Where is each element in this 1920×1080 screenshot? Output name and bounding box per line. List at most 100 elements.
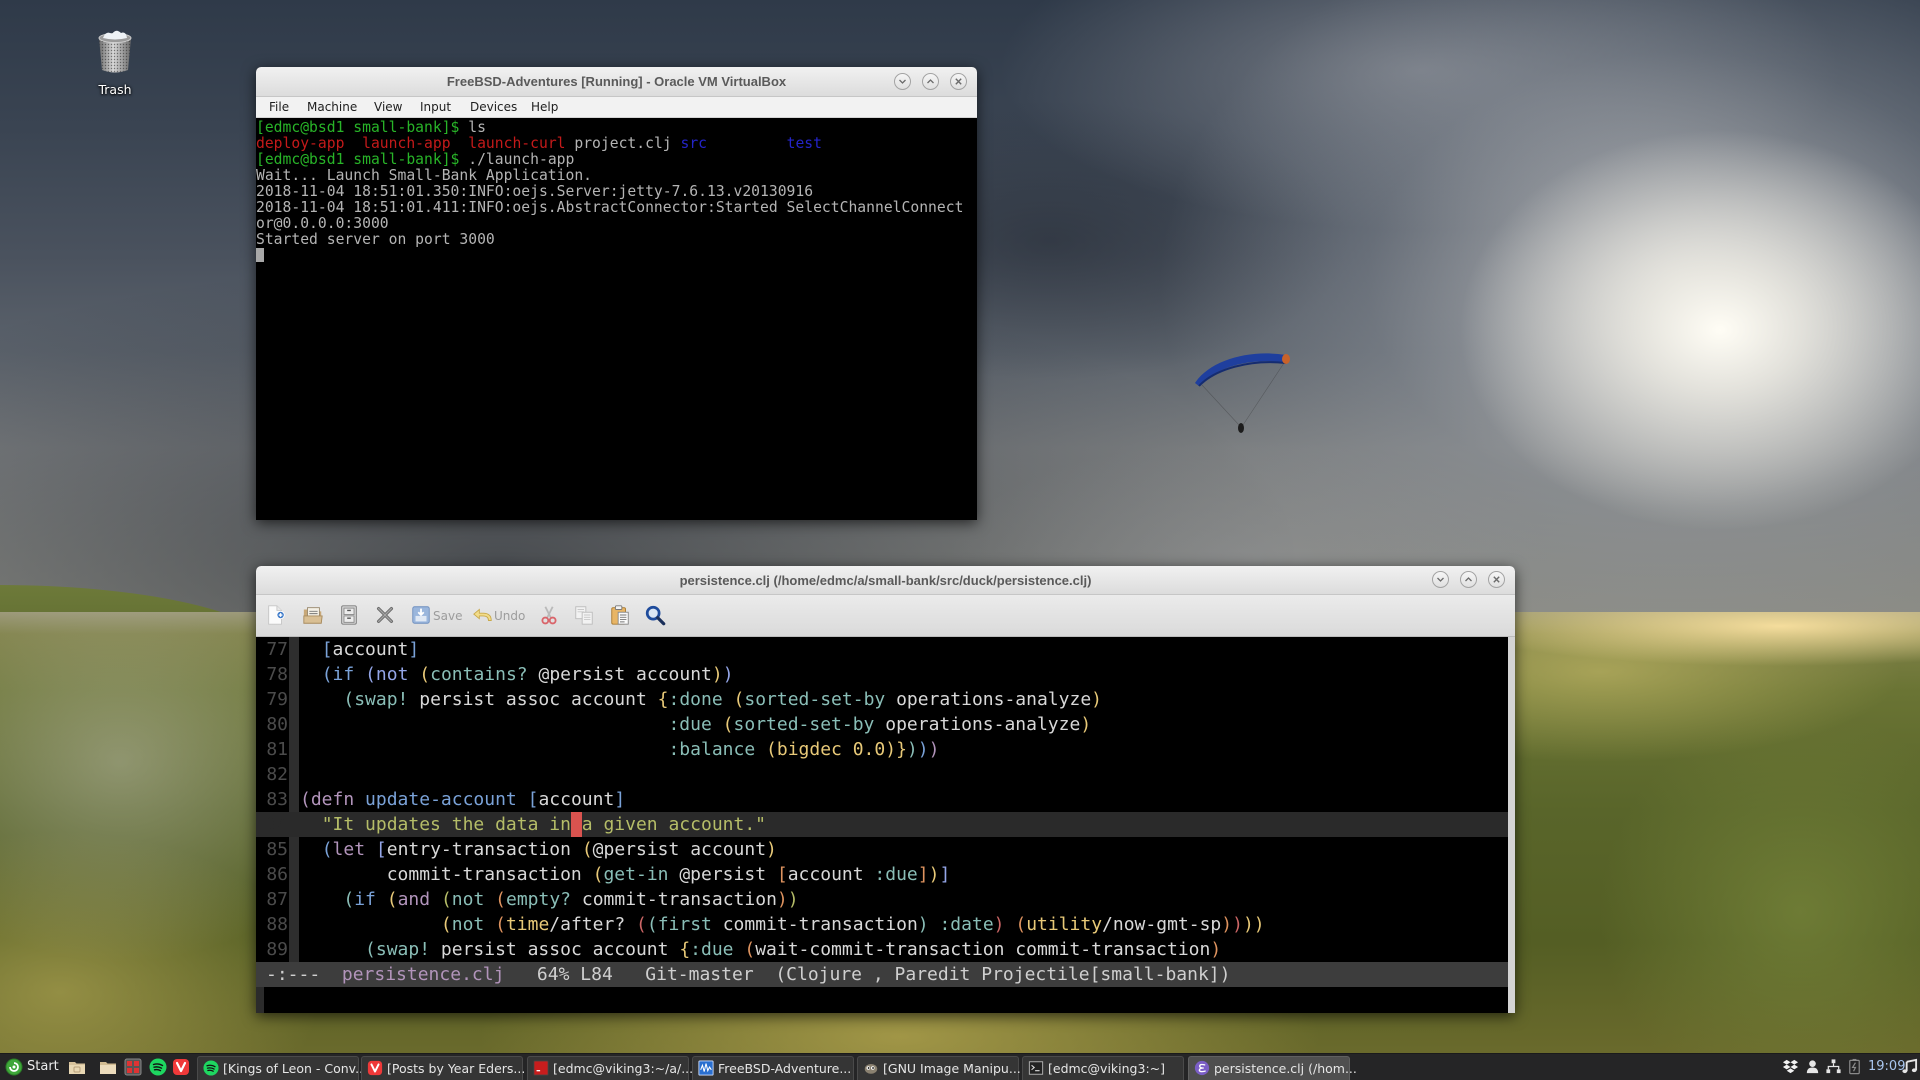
code-line: 77 [account]	[256, 637, 1508, 662]
menu-devices[interactable]: Devices	[470, 97, 517, 118]
cut-button[interactable]	[538, 604, 560, 626]
task-button-vivaldi[interactable]: [Posts by Year Eders...	[361, 1056, 526, 1080]
minibuffer-fringe	[256, 987, 264, 1013]
vbox-window-title: FreeBSD-Adventures [Running] - Oracle VM…	[446, 74, 787, 89]
vm-console-screen[interactable]: [edmc@bsd1 small-bank]$ ls deploy-app lau…	[256, 118, 977, 520]
code-token: (	[343, 689, 355, 710]
copy-button[interactable]	[573, 604, 595, 626]
dropbox-tray-icon[interactable]	[1782, 1058, 1799, 1075]
task-button-gimp[interactable]: [GNU Image Manipu...	[857, 1056, 1021, 1080]
line-content: (defn update-account [account]	[300, 787, 1508, 812]
terminal-text: 2018-11-04 18:51:01.411:INFO:oejs.Abstra…	[256, 199, 964, 216]
editor-titlebar[interactable]: persistence.clj (/home/edmc/a/small-bank…	[256, 566, 1515, 595]
terminal-text: or@0.0.0.0:3000	[256, 215, 389, 232]
music-tray-icon[interactable]	[1901, 1058, 1918, 1075]
paste-button[interactable]	[609, 604, 631, 626]
code-token: (	[733, 689, 745, 710]
new-file-button[interactable]	[265, 604, 287, 626]
code-token: (	[581, 839, 593, 860]
launcher-vivaldi[interactable]	[172, 1058, 190, 1076]
save-icon	[412, 606, 430, 624]
line-number: 82	[266, 764, 288, 785]
code-token: not	[451, 889, 485, 910]
menu-machine[interactable]: Machine	[307, 97, 357, 118]
launcher-file-manager[interactable]	[68, 1058, 86, 1076]
minibuffer[interactable]	[256, 987, 1508, 1013]
editor-maximize-button[interactable]	[1460, 571, 1477, 588]
modeline-buffer-name[interactable]: persistence.clj	[342, 964, 505, 985]
terminal-text: launch-app	[362, 135, 451, 152]
trash-icon	[98, 30, 132, 73]
desktop-icon-trash[interactable]: Trash	[85, 28, 145, 100]
close-buffer-button[interactable]	[374, 604, 396, 626]
editor-window-title: persistence.clj (/home/edmc/a/small-bank…	[679, 573, 1092, 588]
terminal-text: deploy-app	[256, 135, 345, 152]
battery-tray-icon[interactable]	[1846, 1058, 1863, 1075]
code-token: get-in	[603, 864, 669, 885]
current-code-line: 84 "It updates the data in a given accou…	[256, 812, 1508, 837]
modeline-status: -:---	[266, 964, 321, 985]
code-token: :done	[668, 689, 723, 710]
emacs-icon	[1194, 1060, 1210, 1076]
code-token: (	[440, 914, 452, 935]
user-tray-icon[interactable]	[1804, 1058, 1821, 1075]
code-token: first	[657, 914, 712, 935]
undo-label[interactable]: Undo	[494, 595, 525, 637]
terminal-line: Wait... Launch Small-Bank Application.	[256, 168, 977, 184]
save-button[interactable]	[410, 604, 432, 626]
code-token: time	[505, 914, 550, 935]
vbox-close-button[interactable]	[950, 73, 967, 90]
gimp-icon	[863, 1060, 879, 1076]
vbox-maximize-button[interactable]	[922, 73, 939, 90]
code-token: and	[397, 889, 431, 910]
editor-minimize-button[interactable]	[1432, 571, 1449, 588]
code-line: 83 (defn update-account [account]	[256, 787, 1508, 812]
network-tray-icon[interactable]	[1825, 1058, 1842, 1075]
code-editor-area[interactable]: 77 [account] 78 (if (not (contains? @pers…	[256, 637, 1508, 962]
search-button[interactable]	[644, 604, 666, 626]
task-button-terminal-a[interactable]: [edmc@viking3:~/a/...	[527, 1056, 693, 1080]
line-number: 87	[266, 889, 288, 910]
launcher-folder[interactable]	[99, 1058, 117, 1076]
undo-button[interactable]	[472, 604, 494, 626]
menu-view[interactable]: View	[374, 97, 402, 118]
code-token: if	[354, 889, 376, 910]
vbox-minimize-button[interactable]	[894, 73, 911, 90]
code-token: (	[365, 939, 376, 960]
open-file-button[interactable]	[302, 604, 324, 626]
line-number: 80	[266, 714, 288, 735]
code-token: bigdec 0.0	[776, 739, 886, 760]
menu-input[interactable]: Input	[420, 97, 451, 118]
start-button[interactable]: Start	[3, 1054, 61, 1080]
task-button-terminal-home[interactable]: [edmc@viking3:~]	[1022, 1056, 1184, 1080]
line-number: 88	[266, 914, 288, 935]
task-label: [Posts by Year Eders...	[387, 1061, 526, 1076]
dired-button[interactable]	[338, 604, 360, 626]
editor-close-button[interactable]	[1488, 571, 1505, 588]
launcher-system-monitor[interactable]	[124, 1058, 142, 1076]
modeline-modes[interactable]: (Clojure , Paredit Projectile[small-bank…	[775, 964, 1230, 985]
task-button-emacs[interactable]: persistence.clj (/hom...	[1188, 1056, 1357, 1080]
start-label: Start	[27, 1059, 59, 1074]
code-token: [	[321, 639, 333, 660]
task-button-spotify[interactable]: [Kings of Leon - Conv...	[197, 1056, 367, 1080]
task-button-virtualbox[interactable]: FreeBSD-Adventure...	[692, 1056, 854, 1080]
vbox-titlebar[interactable]: FreeBSD-Adventures [Running] - Oracle VM…	[256, 67, 977, 97]
modeline-vc-branch[interactable]: Git-master	[645, 964, 753, 985]
clock[interactable]: 19:09	[1868, 1054, 1905, 1080]
menu-file[interactable]: File	[269, 97, 289, 118]
terminal-text: ls	[468, 119, 486, 136]
undo-icon	[473, 608, 492, 621]
menu-help[interactable]: Help	[531, 97, 558, 118]
save-label[interactable]: Save	[433, 595, 462, 637]
terminal-text: [edmc@bsd1 small-bank]$	[256, 119, 469, 136]
close-icon	[1493, 576, 1500, 583]
launcher-spotify[interactable]	[149, 1058, 167, 1076]
